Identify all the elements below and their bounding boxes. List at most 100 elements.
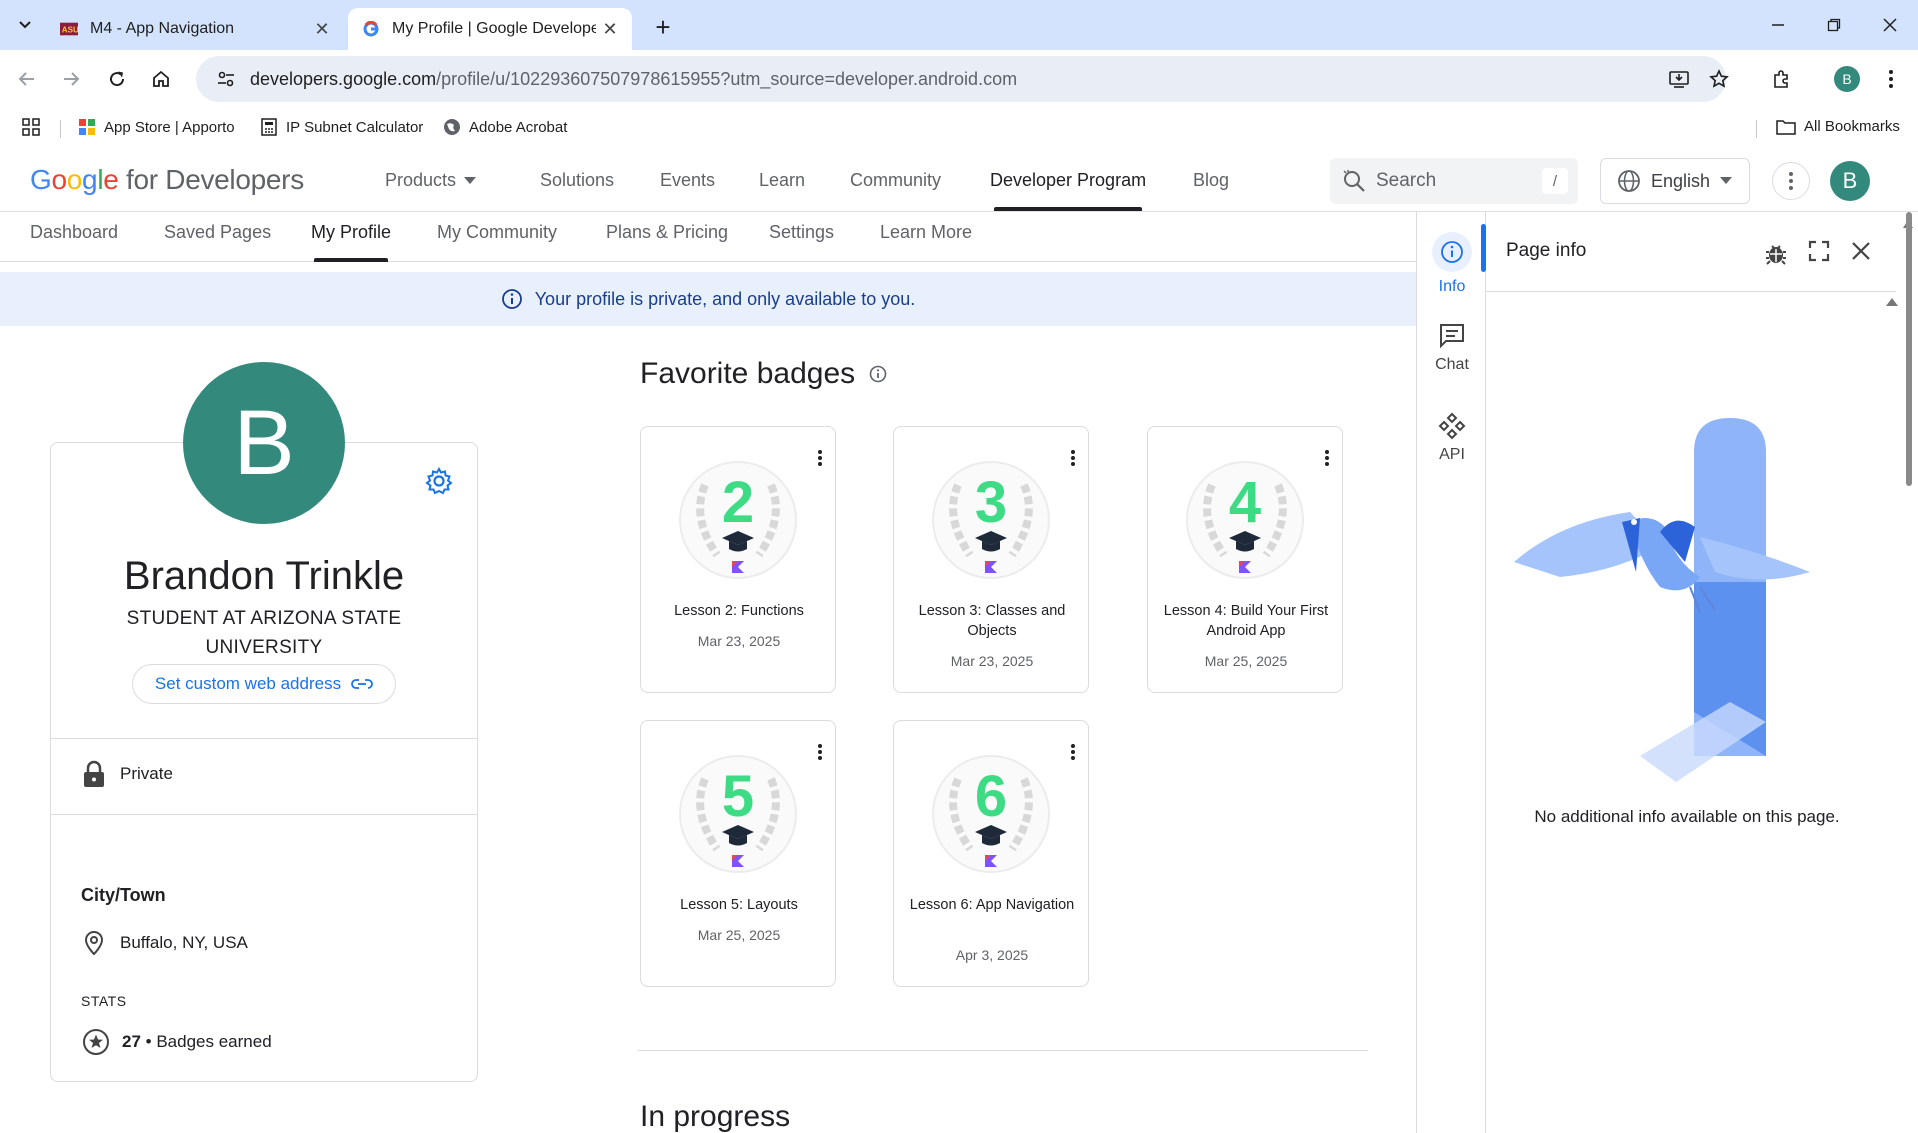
visibility-row: Private: [82, 760, 173, 788]
badge-menu-kebab-icon[interactable]: [1324, 449, 1330, 467]
badge-card[interactable]: 2 Lesson 2: Functions Mar 23, 2025: [640, 426, 836, 693]
tab-plans-pricing[interactable]: Plans & Pricing: [606, 222, 728, 243]
apps-grid-icon[interactable]: [22, 118, 40, 136]
bookmark-ip-subnet[interactable]: IP Subnet Calculator: [260, 118, 423, 136]
nav-products[interactable]: Products: [385, 170, 477, 191]
tab-saved-pages[interactable]: Saved Pages: [164, 222, 271, 243]
browser-toolbar: developers.google.com/profile/u/10229360…: [0, 50, 1918, 108]
close-panel-icon[interactable]: [1850, 240, 1872, 262]
kotlin-logo-icon: [985, 561, 997, 573]
graduation-cap-icon: [722, 825, 754, 846]
badge-name: Lesson 6: App Navigation: [909, 897, 1075, 913]
more-options-kebab-icon[interactable]: [1772, 162, 1810, 200]
extensions-puzzle-icon[interactable]: [1762, 60, 1800, 98]
in-progress-heading: In progress: [640, 1100, 791, 1133]
url-text: developers.google.com/profile/u/10229360…: [250, 68, 1018, 89]
nav-solutions[interactable]: Solutions: [540, 170, 614, 191]
search-icon: [1342, 169, 1366, 193]
close-window-icon[interactable]: [1862, 0, 1918, 50]
tab-learn-more[interactable]: Learn More: [880, 222, 972, 243]
badge-menu-kebab-icon[interactable]: [1070, 743, 1076, 761]
nav-developer-program[interactable]: Developer Program: [990, 170, 1146, 191]
gear-icon[interactable]: [424, 466, 454, 496]
close-tab-icon[interactable]: ✕: [596, 15, 624, 43]
bookmarks-divider: [1756, 120, 1757, 138]
browser-profile-avatar[interactable]: B: [1828, 60, 1866, 98]
address-bar[interactable]: developers.google.com/profile/u/10229360…: [196, 56, 1726, 102]
rail-chat[interactable]: Chat: [1417, 322, 1487, 374]
card-divider: [50, 738, 478, 739]
bookmark-star-icon[interactable]: [1700, 60, 1738, 98]
folder-icon: [1776, 119, 1796, 135]
expand-fullscreen-icon[interactable]: [1808, 240, 1830, 262]
tab-dashboard[interactable]: Dashboard: [30, 222, 118, 243]
badge-card[interactable]: 3 Lesson 3: Classes and Objects Mar 23, …: [893, 426, 1089, 693]
badge-menu-kebab-icon[interactable]: [1070, 449, 1076, 467]
nav-active-indicator: [994, 207, 1142, 211]
browser-tab-m4[interactable]: ASU M4 - App Navigation ✕: [46, 8, 344, 50]
badge-number: 5: [721, 764, 755, 829]
restore-icon[interactable]: [1806, 0, 1862, 50]
badge-card[interactable]: 6 Lesson 6: App Navigation Apr 3, 2025: [893, 720, 1089, 987]
reload-icon[interactable]: [98, 60, 136, 98]
badge-card[interactable]: 4 Lesson 4: Build Your First Android App…: [1147, 426, 1343, 693]
badge-name: Lesson 5: Layouts: [680, 897, 798, 913]
city-heading: City/Town: [81, 885, 166, 905]
profile-name: Brandon Trinkle: [123, 554, 405, 598]
bookmark-apporto[interactable]: App Store | Apporto: [78, 118, 235, 136]
panel-header: Page info: [1486, 212, 1896, 292]
all-bookmarks-button[interactable]: All Bookmarks: [1776, 118, 1900, 135]
tab-title: My Profile | Google Developer Pro: [392, 20, 596, 37]
google-for-developers-logo[interactable]: Google for Developers: [30, 164, 304, 196]
scrollbar-thumb[interactable]: [1906, 212, 1912, 486]
bug-report-icon[interactable]: [1764, 240, 1788, 266]
card-divider: [50, 814, 478, 815]
new-tab-plus-icon[interactable]: +: [648, 12, 678, 42]
search-placeholder: Search: [1376, 170, 1437, 191]
info-icon[interactable]: [869, 365, 887, 383]
nav-blog[interactable]: Blog: [1193, 170, 1229, 191]
kotlin-logo-icon: [732, 561, 744, 573]
tab-search-chevron-icon[interactable]: [10, 10, 40, 40]
minimize-icon[interactable]: [1750, 0, 1806, 50]
browser-tab-my-profile[interactable]: My Profile | Google Developer Pro ✕: [348, 8, 632, 50]
rail-info[interactable]: Info: [1417, 232, 1487, 296]
nav-learn[interactable]: Learn: [759, 170, 805, 191]
site-search[interactable]: Search /: [1330, 158, 1578, 204]
forward-arrow-icon[interactable]: [52, 60, 90, 98]
bookmark-adobe-acrobat[interactable]: Adobe Acrobat: [443, 118, 567, 136]
bookmarks-bar: App Store | Apporto IP Subnet Calculator…: [0, 108, 1918, 150]
stats-label: STATS: [81, 993, 127, 1009]
panel-scroll-up-icon[interactable]: [1886, 296, 1898, 306]
back-arrow-icon[interactable]: [8, 60, 46, 98]
link-edit-icon: [351, 676, 373, 692]
browser-menu-kebab-icon[interactable]: [1872, 60, 1910, 98]
profile-avatar: B: [183, 362, 345, 524]
subnav-active-indicator: [314, 258, 388, 262]
badge-date: Apr 3, 2025: [955, 947, 1029, 963]
tab-my-community[interactable]: My Community: [437, 222, 557, 243]
tab-settings[interactable]: Settings: [769, 222, 834, 243]
badge-menu-kebab-icon[interactable]: [817, 743, 823, 761]
site-settings-icon[interactable]: [206, 69, 246, 89]
close-tab-icon[interactable]: ✕: [308, 15, 336, 43]
language-select[interactable]: English: [1600, 158, 1750, 204]
tab-my-profile[interactable]: My Profile: [311, 222, 391, 243]
badge-menu-kebab-icon[interactable]: [817, 449, 823, 467]
kotlin-logo-icon: [1239, 561, 1251, 573]
account-avatar[interactable]: B: [1830, 161, 1870, 201]
badge-number: 2: [721, 470, 755, 535]
badge-name: Lesson 3: Classes and Objects: [918, 603, 1066, 639]
home-icon[interactable]: [142, 60, 180, 98]
badge-date: Mar 23, 2025: [697, 633, 781, 649]
favorite-badges-heading: Favorite badges: [640, 357, 887, 391]
profile-title: STUDENT AT ARIZONA STATE UNIVERSITY: [126, 608, 402, 658]
nav-community[interactable]: Community: [850, 170, 941, 191]
set-custom-web-address-button[interactable]: Set custom web address: [132, 664, 396, 704]
badge-card[interactable]: 5 Lesson 5: Layouts Mar 25, 2025: [640, 720, 836, 987]
page-info-panel: Page info No additional info available o…: [1486, 212, 1896, 1133]
nav-events[interactable]: Events: [660, 170, 715, 191]
install-app-icon[interactable]: [1660, 60, 1698, 98]
rail-api[interactable]: API: [1417, 412, 1487, 464]
badge-number: 3: [974, 470, 1008, 535]
